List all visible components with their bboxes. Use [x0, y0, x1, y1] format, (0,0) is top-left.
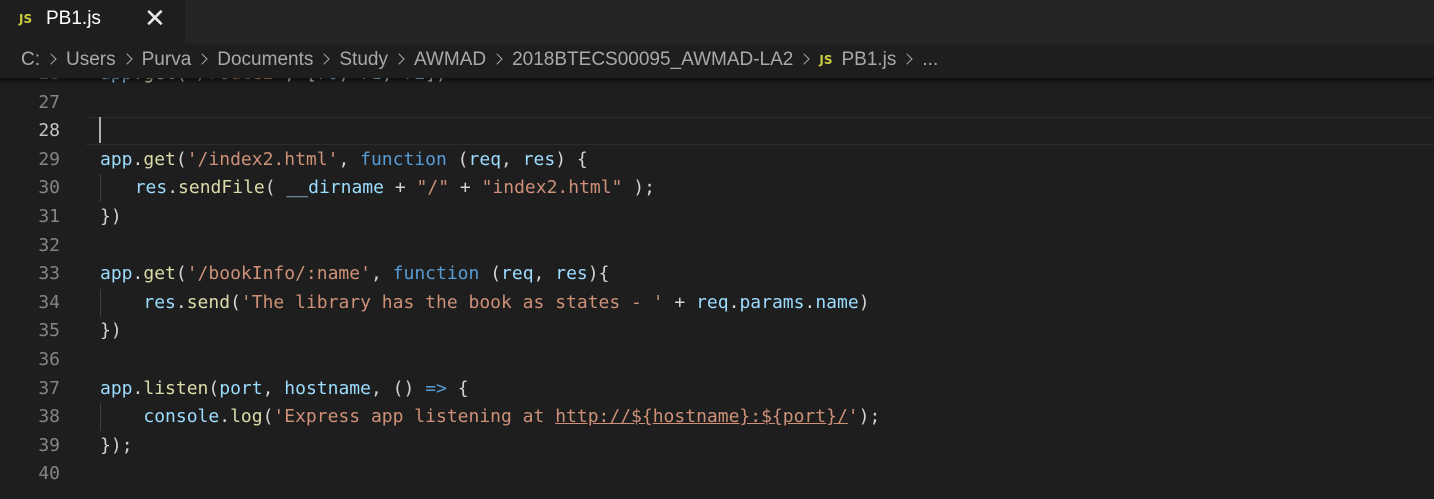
- code-text: }): [100, 206, 122, 227]
- code-line[interactable]: 39});: [0, 432, 1434, 460]
- line-number: 36: [38, 349, 60, 370]
- line-number: 31: [38, 206, 60, 227]
- code-line[interactable]: 34 res.send('The library has the book as…: [0, 288, 1434, 317]
- code-line[interactable]: 37 app.listen(port, hostname, () => {: [0, 375, 1434, 403]
- indent-guide: [100, 174, 101, 203]
- breadcrumb-item-file[interactable]: PB1.js: [841, 49, 896, 71]
- line-number: 40: [38, 463, 60, 485]
- code-line[interactable]: 35}): [0, 317, 1434, 345]
- code-text: }): [100, 320, 122, 342]
- code-text: app.listen(port, hostname, () => {: [100, 377, 469, 399]
- chevron-right-icon: [901, 53, 914, 65]
- text-cursor: [99, 117, 101, 144]
- line-number: 30: [38, 177, 60, 199]
- chevron-right-icon: [120, 53, 133, 65]
- breadcrumb-item-purva[interactable]: Purva: [142, 49, 192, 71]
- line-number: 37: [38, 377, 60, 399]
- breadcrumb-item-project[interactable]: 2018BTECS00095_AWMAD-LA2: [512, 49, 793, 71]
- breadcrumb-item-drive[interactable]: C:: [21, 49, 40, 71]
- breadcrumb-item-documents[interactable]: Documents: [217, 49, 313, 71]
- code-text: app.get('/index2.html', function (req, r…: [100, 148, 588, 170]
- breadcrumb-item-study[interactable]: Study: [339, 49, 388, 71]
- code-editor[interactable]: 26app.get('/route2', [r0, r1, r2])272829…: [0, 61, 1434, 499]
- line-number: 27: [38, 91, 60, 113]
- code-line[interactable]: 32: [0, 232, 1434, 260]
- code-text: res.send('The library has the book as st…: [143, 291, 870, 313]
- code-line[interactable]: 27: [0, 89, 1434, 117]
- line-number: 39: [38, 434, 60, 456]
- code-line[interactable]: 40: [0, 460, 1434, 488]
- editor-tab-bar: JS PB1.js ✕: [0, 0, 1434, 44]
- chevron-right-icon: [196, 53, 208, 65]
- js-file-icon: JS: [19, 12, 33, 26]
- code-text: res.sendFile( __dirname + "/" + "index2.…: [134, 177, 655, 199]
- breadcrumb-item-users[interactable]: Users: [66, 49, 116, 71]
- close-icon[interactable]: ✕: [144, 4, 166, 34]
- chevron-right-icon: [798, 53, 811, 65]
- breadcrumb-item-more[interactable]: ...: [922, 49, 938, 71]
- js-file-icon: JS: [819, 53, 833, 67]
- chevron-right-icon: [45, 53, 57, 65]
- code-line[interactable]: 31}): [0, 203, 1434, 231]
- code-text: app.get('/bookInfo/:name', function (req…: [100, 263, 610, 285]
- code-line[interactable]: 38 console.log('Express app listening at…: [0, 403, 1434, 432]
- line-number: 29: [38, 148, 60, 170]
- tab-label: PB1.js: [46, 8, 101, 29]
- tab-pb1-js[interactable]: JS PB1.js ✕: [0, 0, 185, 44]
- current-line-highlight: [86, 117, 1434, 146]
- code-line[interactable]: 29 app.get('/index2.html', function (req,…: [0, 146, 1434, 174]
- breadcrumb: C: Users Purva Documents Study AWMAD 201…: [0, 44, 1434, 78]
- line-number: 32: [38, 234, 60, 256]
- chevron-right-icon: [318, 53, 331, 65]
- code-line[interactable]: 28: [0, 117, 1434, 146]
- code-line[interactable]: 33 app.get('/bookInfo/:name', function (r…: [0, 260, 1434, 288]
- code-line[interactable]: 30 res.sendFile( __dirname + "/" + "inde…: [0, 174, 1434, 203]
- chevron-right-icon: [393, 53, 405, 65]
- line-number: 35: [38, 320, 60, 342]
- code-line[interactable]: 36: [0, 346, 1434, 374]
- line-number: 28: [38, 120, 60, 142]
- code-text: });: [100, 434, 133, 456]
- line-number: 38: [38, 406, 60, 428]
- breadcrumb-item-awmad[interactable]: AWMAD: [414, 49, 486, 71]
- line-number: 33: [38, 263, 60, 285]
- code-text: console.log('Express app listening at ht…: [143, 406, 881, 428]
- line-number: 34: [38, 291, 60, 313]
- chevron-right-icon: [491, 53, 503, 65]
